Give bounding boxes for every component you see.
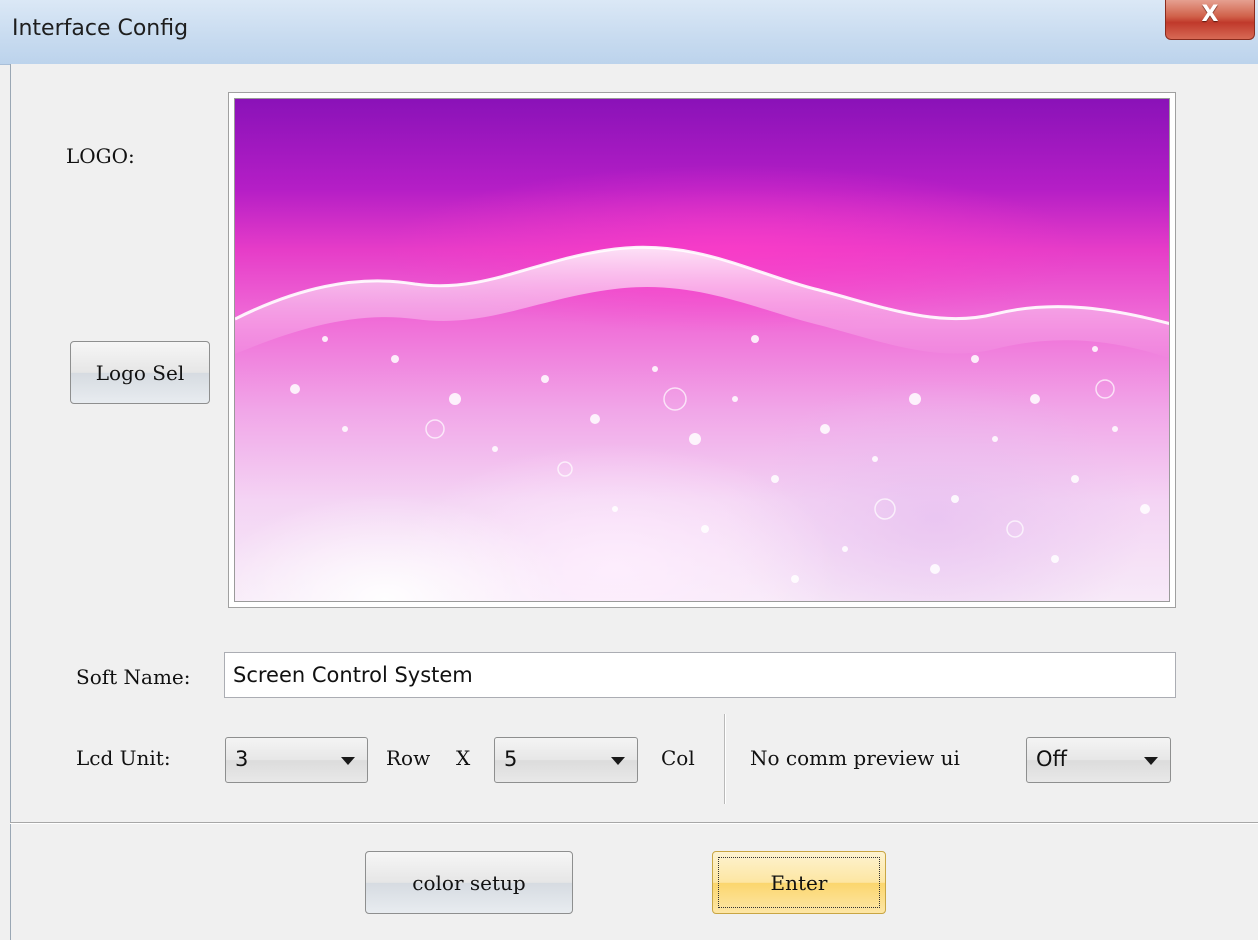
logo-label: LOGO: xyxy=(66,144,135,168)
close-button[interactable]: X xyxy=(1165,0,1255,40)
color-setup-label: color setup xyxy=(412,870,526,895)
lcd-unit-label: Lcd Unit: xyxy=(76,746,171,770)
soft-name-input[interactable]: Screen Control System xyxy=(224,652,1176,698)
col-label: Col xyxy=(661,746,695,770)
logo-preview-frame xyxy=(228,92,1176,608)
color-setup-button[interactable]: color setup xyxy=(365,851,573,914)
lcd-cols-value: 5 xyxy=(504,747,518,771)
window-title: Interface Config xyxy=(12,16,189,41)
preview-value: Off xyxy=(1036,747,1067,771)
soft-name-value: Screen Control System xyxy=(233,663,473,687)
lcd-cols-select[interactable]: 5 xyxy=(494,737,638,783)
logo-preview-image xyxy=(234,98,1170,602)
vertical-divider xyxy=(724,714,725,804)
lcd-rows-value: 3 xyxy=(235,747,249,771)
footer-bar xyxy=(10,824,1258,940)
preview-select[interactable]: Off xyxy=(1026,737,1171,783)
close-icon: X xyxy=(1201,2,1219,27)
water-splash-graphic xyxy=(235,245,1169,583)
logo-select-label: Logo Sel xyxy=(95,360,185,385)
logo-select-button[interactable]: Logo Sel xyxy=(70,341,210,404)
title-bar[interactable]: Interface Config X xyxy=(0,0,1258,65)
times-label: X xyxy=(456,746,471,770)
soft-name-label: Soft Name: xyxy=(76,665,191,689)
footer-divider xyxy=(10,822,1258,823)
lcd-rows-select[interactable]: 3 xyxy=(225,737,368,783)
row-label: Row xyxy=(386,746,431,770)
chevron-down-icon xyxy=(1144,757,1158,765)
chevron-down-icon xyxy=(611,757,625,765)
enter-label: Enter xyxy=(770,870,828,895)
preview-label: No comm preview ui xyxy=(750,746,960,770)
chevron-down-icon xyxy=(341,757,355,765)
enter-button[interactable]: Enter xyxy=(712,851,886,914)
